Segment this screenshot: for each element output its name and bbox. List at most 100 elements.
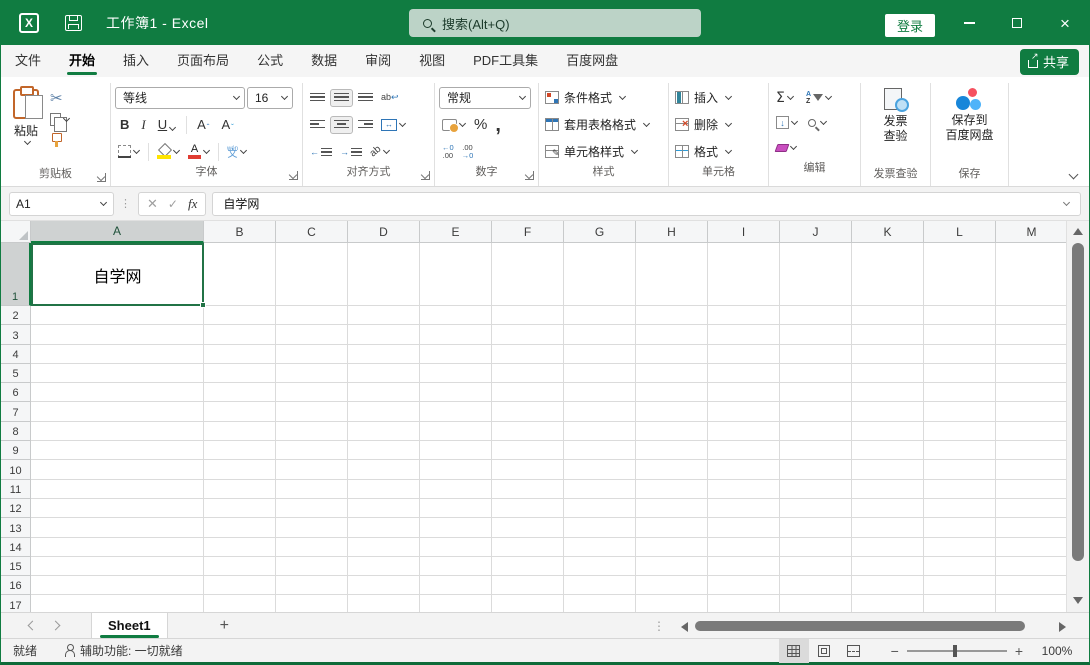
cell-F5[interactable] bbox=[492, 363, 564, 384]
cell-C2[interactable] bbox=[276, 306, 348, 326]
cell-M15[interactable] bbox=[996, 556, 1068, 577]
cell-J1[interactable] bbox=[780, 243, 852, 306]
cell-C13[interactable] bbox=[276, 518, 348, 538]
increase-decimal-button[interactable]: ←0.00 bbox=[439, 142, 457, 162]
col-header-F[interactable]: F bbox=[492, 221, 564, 243]
tab-data[interactable]: 数据 bbox=[297, 45, 351, 77]
cell-L15[interactable] bbox=[924, 556, 996, 577]
cell-C16[interactable] bbox=[276, 576, 348, 596]
cell-I10[interactable] bbox=[708, 460, 780, 480]
cell-F2[interactable] bbox=[492, 306, 564, 326]
row-header-1[interactable]: 1 bbox=[1, 243, 31, 306]
cell-K2[interactable] bbox=[852, 306, 924, 326]
prev-sheet-icon[interactable] bbox=[27, 620, 38, 631]
cell-K5[interactable] bbox=[852, 363, 924, 384]
page-break-view-button[interactable] bbox=[839, 639, 869, 663]
cell-J9[interactable] bbox=[780, 441, 852, 461]
cell-J8[interactable] bbox=[780, 421, 852, 442]
cell-E2[interactable] bbox=[420, 306, 492, 326]
cell-F4[interactable] bbox=[492, 344, 564, 364]
cell-A15[interactable] bbox=[31, 556, 204, 577]
cell-F1[interactable] bbox=[492, 243, 564, 306]
share-button[interactable]: 共享 bbox=[1019, 49, 1079, 75]
cell-I9[interactable] bbox=[708, 441, 780, 461]
cell-M10[interactable] bbox=[996, 460, 1068, 480]
cell-H15[interactable] bbox=[636, 556, 708, 577]
row-header-6[interactable]: 6 bbox=[1, 383, 31, 403]
cell-G16[interactable] bbox=[564, 576, 636, 596]
cell-J12[interactable] bbox=[780, 498, 852, 519]
cell-E14[interactable] bbox=[420, 537, 492, 557]
cell-B11[interactable] bbox=[204, 479, 276, 499]
cell-D6[interactable] bbox=[348, 383, 420, 403]
copy-button[interactable] bbox=[47, 111, 73, 132]
cell-J6[interactable] bbox=[780, 383, 852, 403]
cell-E15[interactable] bbox=[420, 556, 492, 577]
delete-cells-button[interactable]: 删除 bbox=[673, 112, 764, 137]
cell-L12[interactable] bbox=[924, 498, 996, 519]
cell-H11[interactable] bbox=[636, 479, 708, 499]
cell-I15[interactable] bbox=[708, 556, 780, 577]
cell-I1[interactable] bbox=[708, 243, 780, 306]
cut-button[interactable]: ✂ bbox=[47, 89, 73, 108]
cell-M3[interactable] bbox=[996, 325, 1068, 345]
scroll-left-icon[interactable] bbox=[681, 622, 688, 632]
cell-C11[interactable] bbox=[276, 479, 348, 499]
cell-I7[interactable] bbox=[708, 402, 780, 422]
cell-A1[interactable]: 自学网 bbox=[31, 243, 206, 308]
expand-formula-bar-icon[interactable] bbox=[1062, 198, 1071, 207]
number-dialog-launcher[interactable] bbox=[525, 171, 534, 180]
italic-button[interactable]: I bbox=[136, 116, 150, 134]
cell-E13[interactable] bbox=[420, 518, 492, 538]
cell-M1[interactable] bbox=[996, 243, 1068, 306]
cell-L8[interactable] bbox=[924, 421, 996, 442]
cell-H12[interactable] bbox=[636, 498, 708, 519]
row-header-14[interactable]: 14 bbox=[1, 537, 31, 557]
scroll-down-icon[interactable] bbox=[1073, 597, 1083, 604]
cancel-icon[interactable]: ✕ bbox=[147, 196, 158, 212]
cell-M8[interactable] bbox=[996, 421, 1068, 442]
cell-E16[interactable] bbox=[420, 576, 492, 596]
cell-G5[interactable] bbox=[564, 363, 636, 384]
cell-B3[interactable] bbox=[204, 325, 276, 345]
cell-F16[interactable] bbox=[492, 576, 564, 596]
cell-K15[interactable] bbox=[852, 556, 924, 577]
cell-I5[interactable] bbox=[708, 363, 780, 384]
cell-E3[interactable] bbox=[420, 325, 492, 345]
cell-K7[interactable] bbox=[852, 402, 924, 422]
cell-K8[interactable] bbox=[852, 421, 924, 442]
cell-J7[interactable] bbox=[780, 402, 852, 422]
cell-B10[interactable] bbox=[204, 460, 276, 480]
cell-G1[interactable] bbox=[564, 243, 636, 306]
cell-M11[interactable] bbox=[996, 479, 1068, 499]
vertical-scrollbar[interactable] bbox=[1066, 221, 1089, 612]
cell-F11[interactable] bbox=[492, 479, 564, 499]
col-header-L[interactable]: L bbox=[924, 221, 996, 243]
cell-G4[interactable] bbox=[564, 344, 636, 364]
find-select-button[interactable] bbox=[803, 115, 837, 131]
cell-B14[interactable] bbox=[204, 537, 276, 557]
add-sheet-button[interactable]: + bbox=[220, 617, 229, 635]
row-header-8[interactable]: 8 bbox=[1, 421, 31, 442]
cell-M9[interactable] bbox=[996, 441, 1068, 461]
cell-H10[interactable] bbox=[636, 460, 708, 480]
font-dialog-launcher[interactable] bbox=[289, 171, 298, 180]
cell-K13[interactable] bbox=[852, 518, 924, 538]
row-header-15[interactable]: 15 bbox=[1, 556, 31, 577]
cell-C1[interactable] bbox=[276, 243, 348, 306]
cell-C10[interactable] bbox=[276, 460, 348, 480]
cell-A7[interactable] bbox=[31, 402, 204, 422]
cell-I2[interactable] bbox=[708, 306, 780, 326]
cell-E1[interactable] bbox=[420, 243, 492, 306]
cell-I12[interactable] bbox=[708, 498, 780, 519]
row-header-4[interactable]: 4 bbox=[1, 344, 31, 364]
cell-J11[interactable] bbox=[780, 479, 852, 499]
cell-D4[interactable] bbox=[348, 344, 420, 364]
align-right-button[interactable] bbox=[355, 117, 376, 133]
cell-C4[interactable] bbox=[276, 344, 348, 364]
cell-B9[interactable] bbox=[204, 441, 276, 461]
select-all-corner[interactable] bbox=[1, 221, 31, 243]
cell-B15[interactable] bbox=[204, 556, 276, 577]
splitter-handle-icon[interactable]: ⋮ bbox=[653, 619, 665, 633]
scroll-right-icon[interactable] bbox=[1059, 622, 1066, 632]
